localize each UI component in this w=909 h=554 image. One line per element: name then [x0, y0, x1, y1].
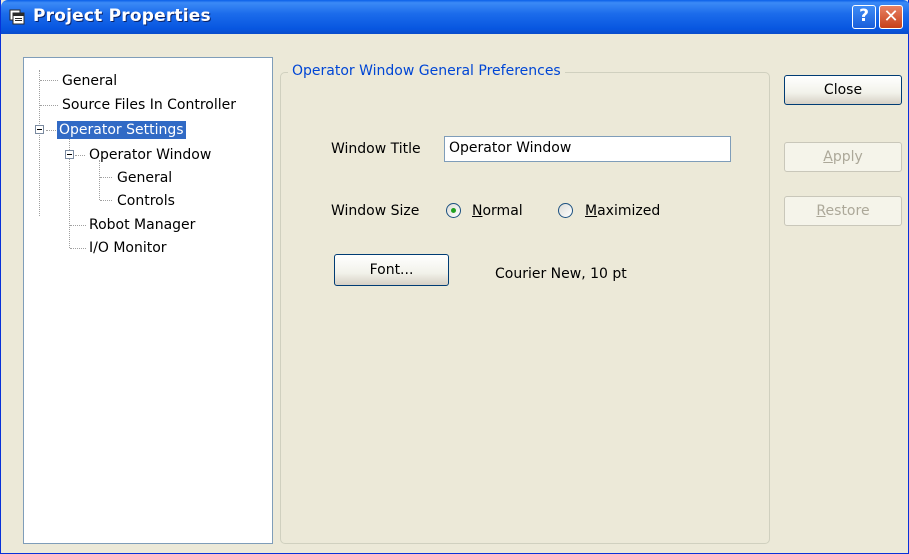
- apply-button[interactable]: Apply: [784, 142, 902, 172]
- settings-tree[interactable]: General Source Files In Controller Opera…: [23, 57, 273, 544]
- tree-item-label: Operator Window: [89, 147, 212, 163]
- help-button[interactable]: ?: [852, 5, 876, 29]
- mnemonic-letter: M: [585, 203, 598, 219]
- tree-item-label: I/O Monitor: [89, 240, 167, 256]
- tree-line: [75, 155, 85, 156]
- window-title-input[interactable]: Operator Window: [444, 136, 731, 162]
- font-value: Courier New, 10 pt: [495, 266, 627, 282]
- restore-button[interactable]: Restore: [784, 196, 902, 226]
- tree-item-label: Source Files In Controller: [62, 97, 237, 113]
- label-rest: estore: [825, 203, 870, 219]
- tree-line: [99, 160, 100, 200]
- window-size-label: Window Size: [331, 203, 420, 219]
- normal-radio[interactable]: [446, 203, 461, 218]
- group-title: Operator Window General Preferences: [288, 63, 565, 79]
- tree-item-label: Controls: [117, 193, 175, 209]
- tree-item-robot-manager[interactable]: Robot Manager: [87, 215, 197, 235]
- tree-item-operator-window[interactable]: Operator Window: [87, 145, 213, 165]
- project-properties-dialog: Project Properties ? ✕ General Source Fi…: [0, 0, 909, 554]
- label-rest: pply: [832, 149, 863, 165]
- tree-line: [40, 80, 58, 81]
- normal-radio-label[interactable]: Normal: [472, 203, 523, 219]
- tree-line: [39, 70, 40, 216]
- tree-item-operator-settings[interactable]: Operator Settings: [57, 120, 186, 140]
- label-rest: aximized: [597, 203, 661, 219]
- tree-item-label: Operator Settings: [57, 121, 186, 139]
- mnemonic-letter: R: [816, 203, 826, 219]
- font-button[interactable]: Font...: [334, 254, 449, 286]
- maximized-radio[interactable]: [558, 203, 573, 218]
- label-rest: ormal: [482, 203, 523, 219]
- tree-item-general-sub[interactable]: General: [115, 168, 174, 188]
- tree-item-label: General: [62, 73, 118, 89]
- collapse-icon[interactable]: [65, 150, 74, 159]
- tree-line: [100, 177, 112, 178]
- tree-item-general[interactable]: General: [60, 71, 119, 91]
- window-title-label: Window Title: [331, 141, 421, 157]
- mnemonic-letter: N: [472, 203, 483, 219]
- tree-line: [40, 105, 58, 106]
- tree-item-source-files[interactable]: Source Files In Controller: [60, 95, 238, 115]
- tree-line: [70, 248, 86, 249]
- window-title: Project Properties: [33, 6, 211, 26]
- mnemonic-letter: A: [823, 149, 833, 165]
- tree-item-controls[interactable]: Controls: [115, 191, 177, 211]
- tree-item-label: General: [117, 170, 173, 186]
- maximized-radio-label[interactable]: Maximized: [585, 203, 660, 219]
- properties-window-icon: [9, 9, 25, 25]
- tree-line: [70, 225, 86, 226]
- tree-item-io-monitor[interactable]: I/O Monitor: [87, 238, 169, 258]
- collapse-icon[interactable]: [35, 125, 44, 134]
- close-button[interactable]: Close: [784, 75, 902, 105]
- close-window-button[interactable]: ✕: [879, 5, 903, 29]
- title-bar[interactable]: Project Properties ? ✕: [1, 0, 909, 34]
- tree-line: [100, 200, 112, 201]
- tree-item-label: Robot Manager: [89, 217, 196, 233]
